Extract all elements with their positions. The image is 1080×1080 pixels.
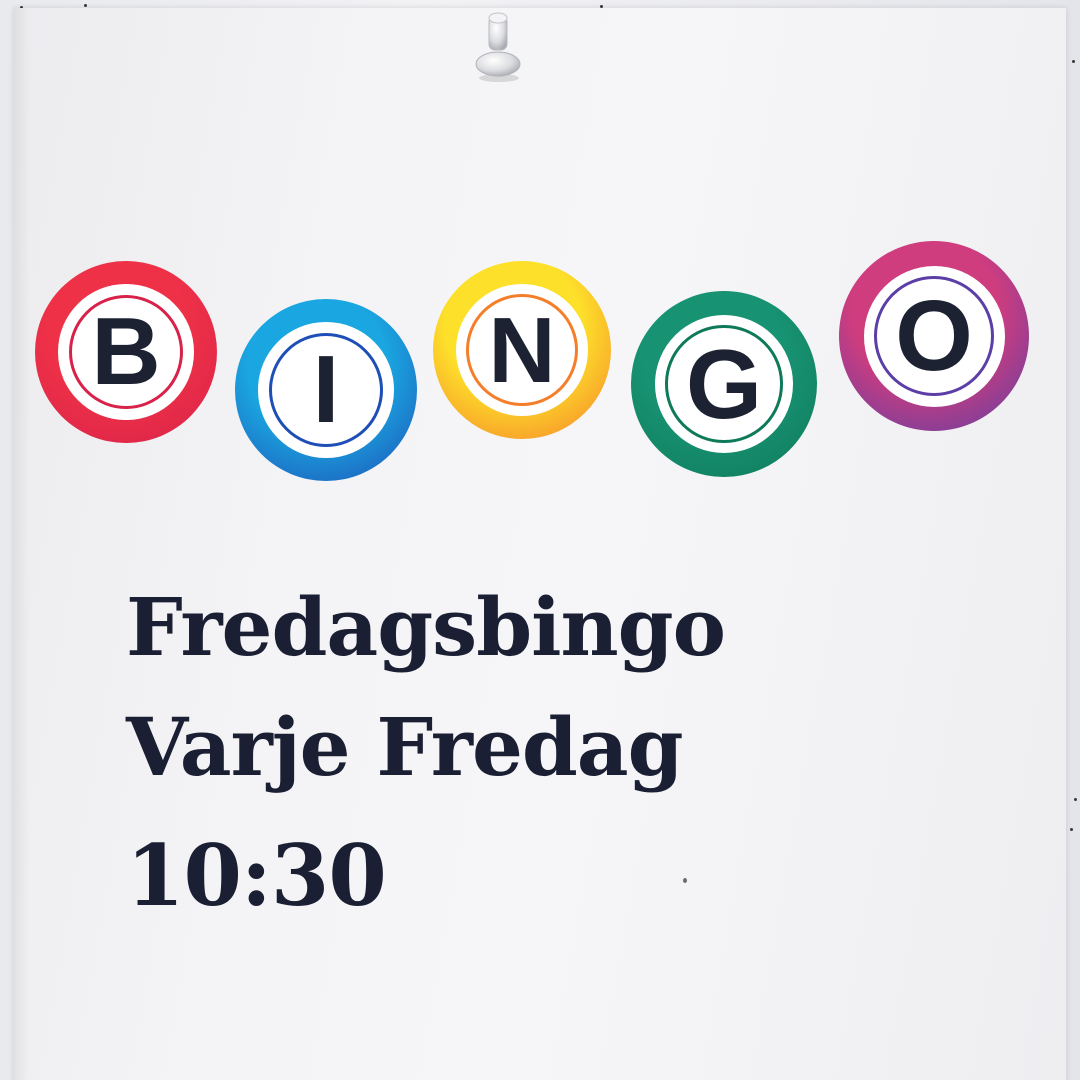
bingo-ball-letter: B bbox=[91, 298, 161, 405]
bingo-ball-letter: N bbox=[488, 297, 556, 402]
wall-dot bbox=[84, 4, 87, 7]
event-schedule: Varje Fredag bbox=[126, 700, 684, 794]
bingo-ball-i: I bbox=[235, 299, 417, 481]
bingo-ball-letter: G bbox=[685, 328, 763, 439]
wall-dot bbox=[1070, 828, 1073, 831]
bingo-ball-b: B bbox=[35, 261, 217, 443]
event-time: 10:30 bbox=[126, 826, 387, 925]
wall-dot bbox=[1074, 798, 1077, 801]
paper-speck bbox=[683, 878, 687, 883]
event-title: Fredagsbingo bbox=[126, 580, 726, 674]
bingo-ball-n: N bbox=[433, 261, 611, 439]
bingo-ball-letter: O bbox=[895, 279, 973, 392]
push-pin-icon bbox=[475, 12, 521, 82]
paper-shadow-edge bbox=[14, 8, 30, 1080]
bingo-ball-g: G bbox=[631, 291, 817, 477]
wall-dot bbox=[1072, 60, 1075, 63]
bingo-ball-o: O bbox=[839, 241, 1029, 431]
bingo-ball-letter: I bbox=[312, 336, 340, 443]
